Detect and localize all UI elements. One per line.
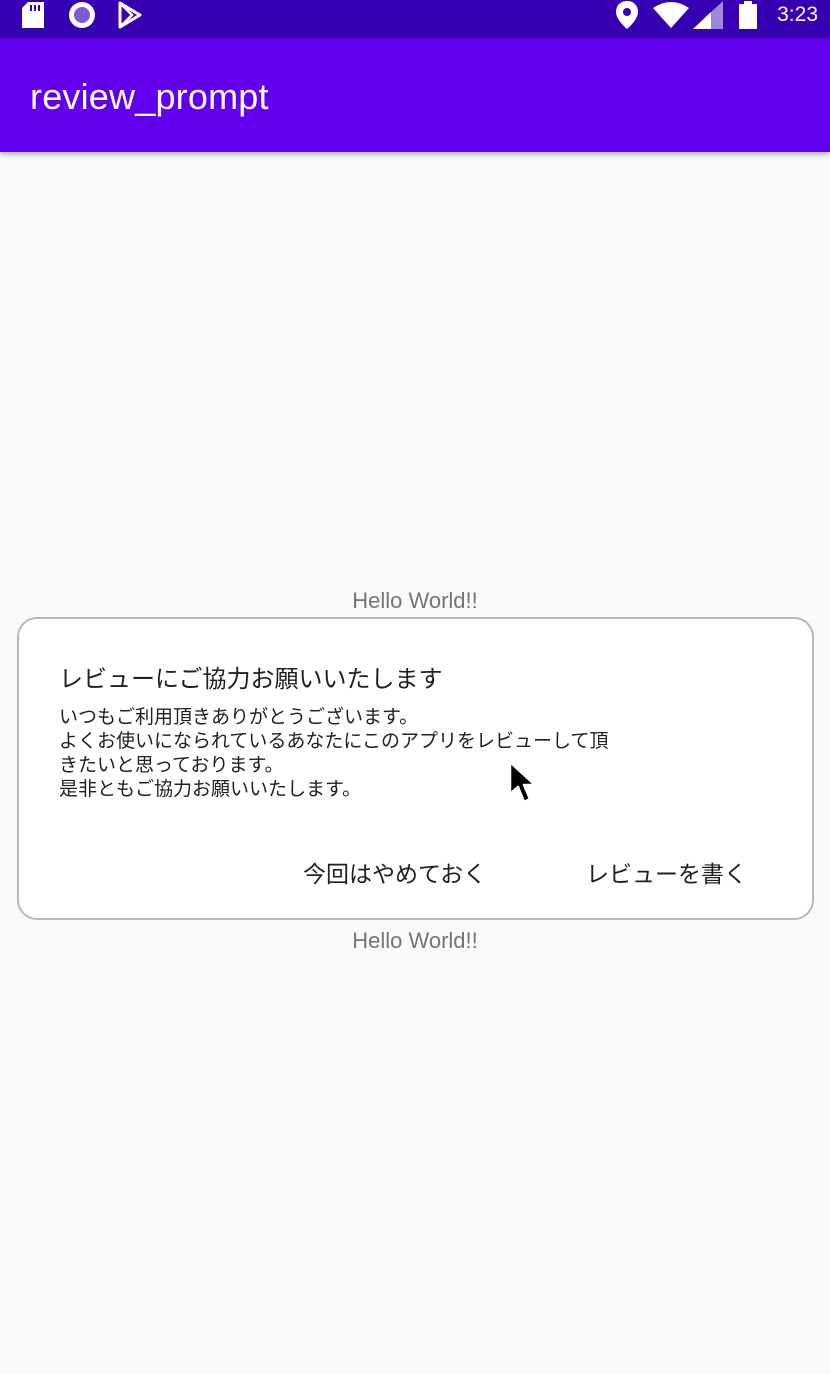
status-bar: 3:23 [0,0,830,38]
app-screen: 3:23 review_prompt Hello World!! Hello W… [0,0,830,1374]
mouse-cursor-icon [508,760,537,804]
circle-record-icon [66,0,98,30]
status-time: 3:23 [777,3,818,26]
dialog-message-line: きたいと思っております。 [59,754,284,776]
wifi-icon [652,0,690,30]
hello-world-text: Hello World!! [352,588,478,613]
dialog-message-line: 是非ともご協力お願いいたします。 [59,778,362,800]
sd-card-icon [20,0,46,30]
dialog-message-line: いつもご利用頂きありがとうございます。 [59,706,419,728]
signal-icon [692,0,724,30]
write-review-button[interactable]: レビューを書く [586,855,747,889]
hello-world-text-secondary: Hello World!! [352,928,478,953]
dialog-message-line: よくお使いになられているあなたにこのアプリをレビューして頂 [59,730,609,752]
app-title: review_prompt [30,76,269,117]
dialog-title: レビューにご協力お願いいたします [59,665,443,693]
battery-icon [736,0,760,30]
play-store-icon [114,0,146,30]
not-now-button[interactable]: 今回はやめておく [303,855,486,889]
location-pin-icon [614,0,640,30]
dialog-message: いつもご利用頂きありがとうございます。 よくお使いになられているあなたにこのアプ… [59,705,699,801]
review-dialog: レビューにご協力お願いいたします いつもご利用頂きありがとうございます。 よくお… [17,617,814,920]
app-bar: review_prompt [0,38,830,152]
